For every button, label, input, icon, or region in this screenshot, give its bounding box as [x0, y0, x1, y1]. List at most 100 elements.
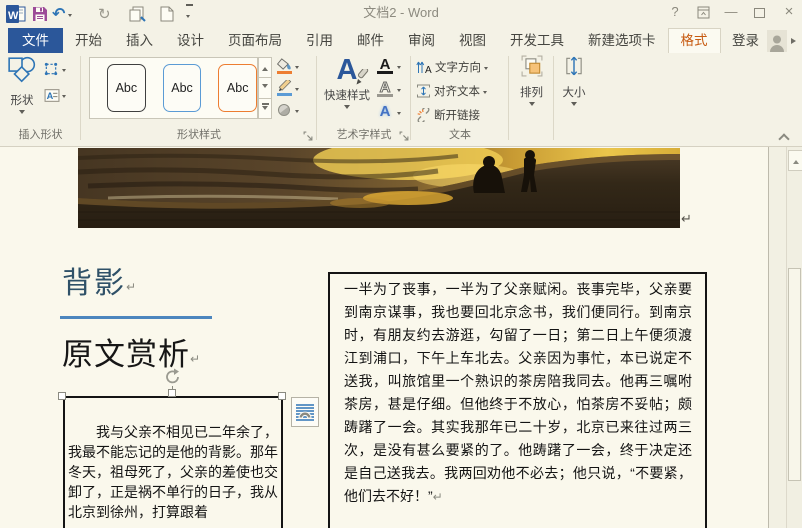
close-icon: × [785, 3, 794, 20]
new-document-button[interactable] [160, 3, 174, 25]
rotation-handle[interactable] [164, 368, 182, 386]
linked-textbox-column[interactable]: 一半为了丧事，一半为了父亲赋闲。丧事完毕，父亲要到南京谋事，我也要回北京念书，我… [328, 272, 707, 528]
tab-insert[interactable]: 插入 [114, 28, 165, 53]
maximize-button[interactable] [746, 0, 772, 24]
size-button[interactable]: 大小 [554, 55, 594, 109]
arrange-icon [521, 55, 543, 77]
shape-style-3[interactable]: Abc [218, 64, 257, 112]
arrange-button[interactable]: 排列 [509, 55, 554, 109]
redo-button[interactable]: ↻ [98, 3, 111, 25]
word-window: 文档2 - Word W ↶ ↻ [0, 0, 802, 528]
insert-shapes-group-label: 插入形状 [0, 126, 81, 142]
shape-style-2[interactable]: Abc [163, 64, 202, 112]
tab-format-active[interactable]: 格式 [668, 28, 721, 53]
shape-styles-dialog-launcher[interactable] [303, 128, 314, 139]
selected-textbox[interactable]: 我与父亲不相见已二年余了，我最不能忘记的是他的背影。那年冬天，祖母死了，父亲的差… [63, 396, 283, 528]
brush-icon [353, 69, 369, 85]
break-link-icon [416, 108, 431, 122]
group-text: A 文字方向 对齐文本 断开链接 [411, 53, 509, 146]
svg-text:A: A [425, 65, 432, 74]
document-copy-button[interactable] [128, 3, 146, 25]
avatar[interactable] [767, 30, 787, 52]
text-fill-button[interactable]: A [377, 56, 401, 76]
tab-design[interactable]: 设计 [165, 28, 216, 53]
undo-button[interactable]: ↶ [52, 3, 72, 25]
break-link-button[interactable]: 断开链接 [416, 105, 483, 125]
document-heading-title: 背影↵ [62, 258, 136, 302]
text-outline-button[interactable]: A [377, 79, 401, 99]
fill-bucket-icon [277, 58, 292, 70]
minimize-button[interactable]: — [718, 0, 744, 24]
tab-review[interactable]: 审阅 [396, 28, 447, 53]
dialog-launcher-icon [399, 131, 409, 141]
ribbon-display-options-button[interactable] [690, 0, 716, 24]
shapes-caret [19, 110, 25, 117]
title-bar: 文档2 - Word W ↶ ↻ [0, 0, 802, 28]
effects-icon [277, 103, 292, 117]
paragraph-mark: ↵ [681, 211, 692, 227]
shape-style-1[interactable]: Abc [107, 64, 146, 112]
sunset-beach-photo[interactable] [78, 148, 680, 228]
shape-outline-button[interactable] [277, 78, 299, 98]
ribbon-display-options-icon [697, 6, 710, 19]
gallery-scroll-up[interactable] [258, 57, 272, 78]
tab-references[interactable]: 引用 [294, 28, 345, 53]
edit-shape-button[interactable] [44, 59, 66, 79]
tab-file[interactable]: 文件 [8, 28, 63, 53]
tab-view[interactable]: 视图 [447, 28, 498, 53]
tab-home[interactable]: 开始 [63, 28, 114, 53]
paragraph-mark: ↵ [126, 280, 136, 294]
wordart-dialog-launcher[interactable] [399, 128, 410, 139]
scrollbar-thumb[interactable] [788, 268, 801, 481]
tab-developer[interactable]: 开发工具 [498, 28, 576, 53]
group-size: 大小 [554, 53, 594, 146]
align-text-button[interactable]: 对齐文本 [416, 81, 487, 101]
qat-more-bar [186, 4, 193, 6]
signin-link[interactable]: 登录 [726, 28, 765, 53]
shape-style-gallery: Abc Abc Abc [89, 57, 258, 119]
text-effects-button[interactable]: A [377, 102, 401, 122]
tab-page-layout[interactable]: 页面布局 [216, 28, 294, 53]
more-tabs-arrow[interactable] [791, 38, 799, 44]
text-fill-icon: A [377, 58, 393, 74]
vertical-scrollbar[interactable] [786, 147, 802, 528]
edit-shape-icon [44, 62, 58, 76]
customize-qat-button[interactable] [186, 3, 193, 25]
draw-textbox-button[interactable]: A [44, 85, 66, 105]
page-margin-area [769, 147, 786, 528]
word-logo-icon[interactable]: W [6, 3, 26, 25]
undo-icon: ↶ [52, 4, 65, 24]
save-button[interactable] [32, 3, 48, 25]
signin-cluster: 登录 [726, 28, 802, 53]
collapse-ribbon-button[interactable] [780, 132, 789, 141]
text-direction-button[interactable]: A 文字方向 [416, 57, 488, 77]
shapes-button[interactable]: 形状 [4, 55, 40, 117]
scroll-up-arrow-icon [793, 157, 799, 164]
wordart-quick-styles-icon: A [337, 55, 358, 85]
group-wordart-styles: A 快速样式 A A A [317, 53, 411, 146]
layout-options-button[interactable] [291, 397, 319, 427]
gallery-more-button[interactable] [258, 99, 272, 119]
text-outline-icon: A [377, 81, 393, 97]
layout-options-icon [295, 402, 315, 422]
resize-handle-top-right[interactable] [278, 392, 286, 400]
shape-effects-button[interactable] [277, 100, 299, 120]
document-canvas[interactable]: ↵ 背影↵ 原文赏析↵ 我与父亲不相见已二年余了，我最不能忘记的是他的背影。那年… [0, 147, 802, 528]
help-button[interactable]: ? [662, 0, 688, 24]
quick-styles-button[interactable]: A 快速样式 [321, 55, 373, 112]
group-shape-styles: Abc Abc Abc [81, 53, 317, 146]
shape-fill-button[interactable] [277, 56, 299, 76]
shape-styles-group-label: 形状样式 [81, 126, 317, 142]
scrollbar-up-button[interactable] [788, 150, 802, 171]
close-button[interactable]: × [776, 0, 802, 24]
new-document-icon [160, 6, 174, 22]
resize-handle-top-left[interactable] [58, 392, 66, 400]
resize-handle-top-center[interactable] [168, 389, 176, 397]
person-icon [769, 34, 785, 52]
gallery-scroll-down[interactable] [258, 78, 272, 98]
outline-pencil-icon [277, 80, 292, 92]
text-direction-icon: A [416, 60, 432, 74]
tab-mailings[interactable]: 邮件 [345, 28, 396, 53]
shapes-icon [7, 55, 37, 85]
tab-custom[interactable]: 新建选项卡 [576, 28, 668, 53]
